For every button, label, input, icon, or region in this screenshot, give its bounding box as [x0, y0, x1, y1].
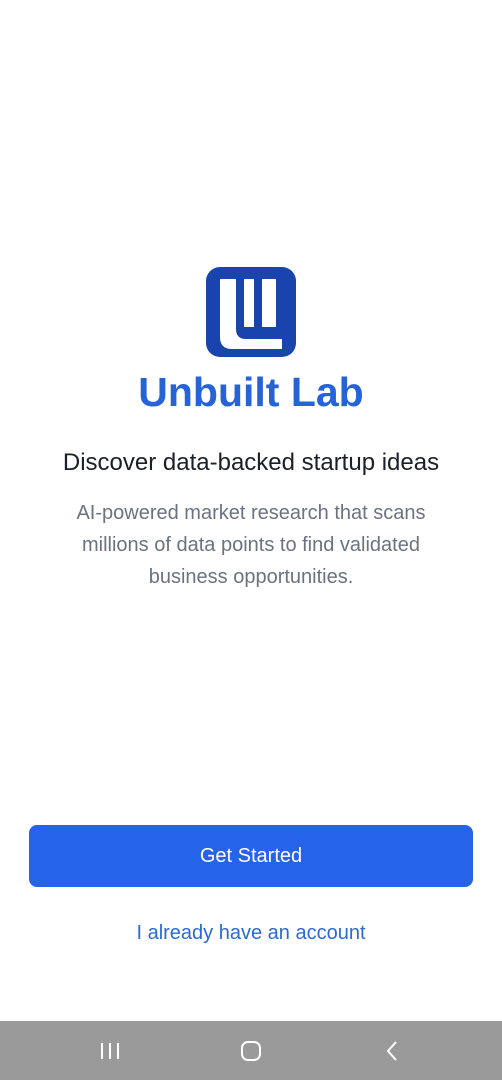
back-button[interactable] [352, 1021, 432, 1080]
home-button[interactable] [211, 1021, 291, 1080]
description: AI-powered market research that scans mi… [76, 502, 426, 588]
system-navigation-bar [0, 1021, 502, 1080]
unbuilt-lab-logo-icon [206, 267, 296, 357]
recent-apps-button[interactable] [70, 1021, 150, 1080]
back-icon [386, 1040, 397, 1061]
existing-account-link[interactable]: I already have an account [0, 916, 502, 950]
app-name: Unbuilt Lab [138, 369, 364, 415]
get-started-button[interactable]: Get Started [29, 825, 473, 887]
recent-apps-icon [101, 1042, 119, 1059]
headline: Discover data-backed startup ideas [62, 449, 440, 476]
home-icon [241, 1040, 261, 1061]
